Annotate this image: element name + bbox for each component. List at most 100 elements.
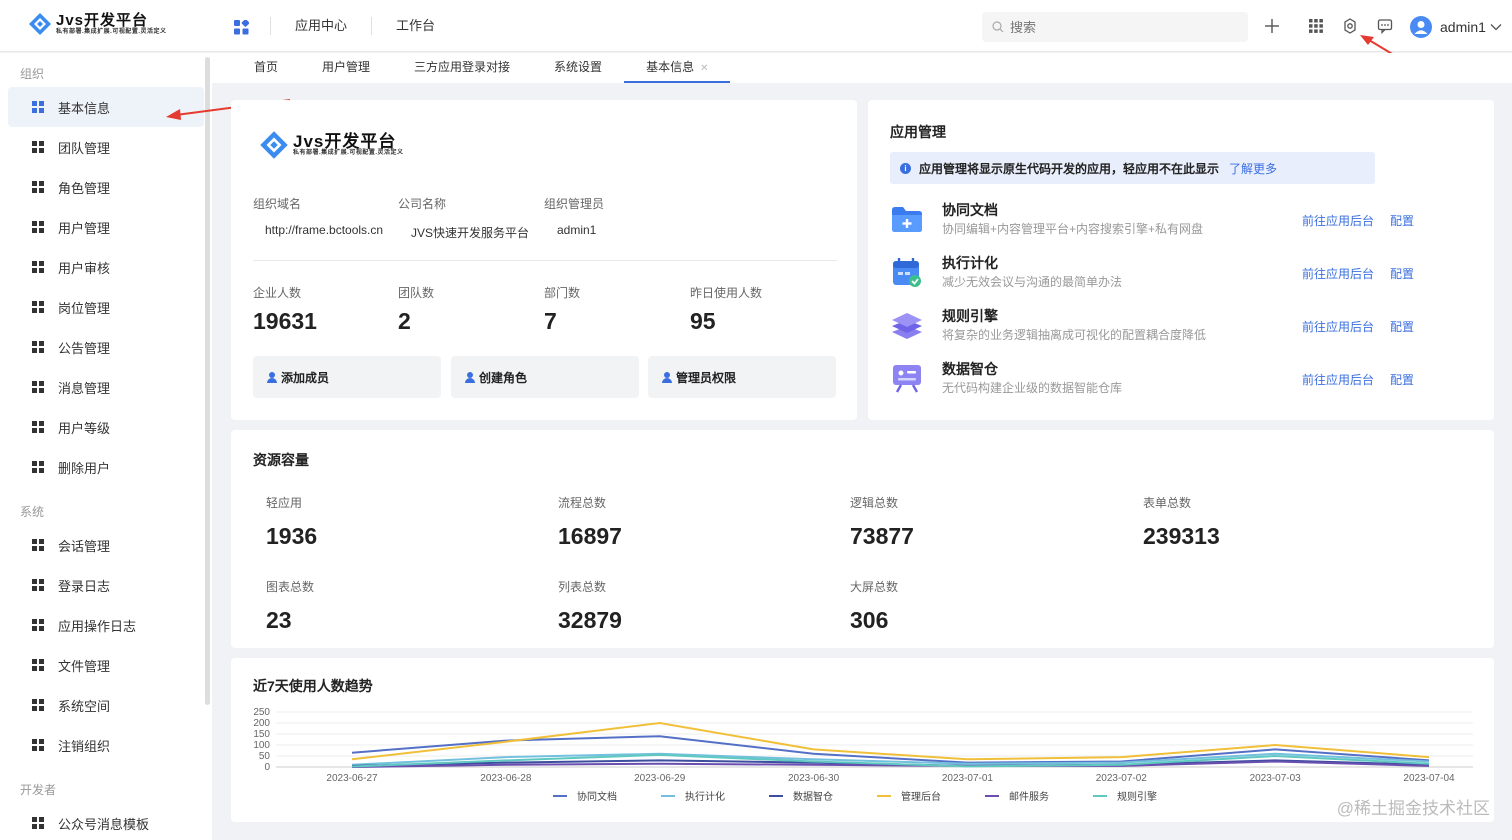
tab-third-party-login[interactable]: 三方应用登录对接 (392, 53, 532, 83)
goto-backend-link[interactable]: 前往应用后台 (1302, 371, 1374, 388)
sidebar-group-system: 系统 (20, 505, 45, 519)
legend-label: 管理后台 (901, 790, 941, 803)
stat-value-yesterday-users: 95 (690, 308, 716, 334)
stat-label-employees: 企业人数 (253, 286, 302, 300)
tab-system-settings[interactable]: 系统设置 (532, 53, 624, 83)
sidebar-item-wechat-template[interactable]: 公众号消息模板 (0, 803, 212, 840)
app-name: 规则引擎 (942, 308, 998, 324)
learn-more-link[interactable]: 了解更多 (1229, 160, 1277, 177)
org-logo: Jvs开发平台 私有部署.集成扩展.可视配置.灵活定义 (259, 130, 404, 160)
admin-permission-button[interactable]: 管理员权限 (648, 356, 836, 398)
org-info-card: Jvs开发平台 私有部署.集成扩展.可视配置.灵活定义 组织域名 http://… (231, 100, 857, 420)
trend-line-chart: 050100150200250 2023-06-27 2023-06-28 2023-… (253, 707, 1473, 803)
sidebar-item-messages[interactable]: 消息管理 (0, 367, 212, 407)
grid-icon (32, 301, 44, 313)
app-notice: i 应用管理将显示原生代码开发的应用，轻应用不在此显示 了解更多 (890, 152, 1375, 184)
admin-label: 组织管理员 (544, 197, 605, 211)
sidebar-item-users[interactable]: 用户管理 (0, 207, 212, 247)
grid-icon (32, 181, 44, 193)
user-icon (662, 371, 672, 383)
nav-app-center[interactable]: 应用中心 (270, 17, 371, 35)
app-name: 数据智仓 (942, 361, 998, 377)
grid-icon (32, 461, 44, 473)
search-box[interactable] (982, 12, 1248, 42)
config-link[interactable]: 配置 (1390, 371, 1414, 388)
create-role-button[interactable]: 创建角色 (451, 356, 639, 398)
app-management-card: 应用管理 i 应用管理将显示原生代码开发的应用，轻应用不在此显示 了解更多 协同… (868, 100, 1494, 420)
sidebar-item-system-space[interactable]: 系统空间 (0, 685, 212, 725)
add-icon[interactable] (1262, 16, 1282, 36)
goto-backend-link[interactable]: 前往应用后台 (1302, 212, 1374, 229)
sidebar-group-dev: 开发者 (20, 783, 57, 797)
sidebar-item-posts[interactable]: 岗位管理 (0, 287, 212, 327)
domain-value: http://frame.bctools.cn (265, 223, 384, 237)
sidebar-item-role[interactable]: 角色管理 (0, 167, 212, 207)
apps-grid-icon[interactable] (234, 20, 249, 35)
top-nav: 应用中心 工作台 (270, 0, 459, 52)
sidebar-item-sessions[interactable]: 会话管理 (0, 525, 212, 565)
sidebar-item-deleted-users[interactable]: 删除用户 (0, 447, 212, 487)
trend-card: 近7天使用人数趋势 0 50 100 150 200 250 2023-06-27 2023-… (231, 658, 1494, 822)
search-input[interactable] (1010, 19, 1230, 35)
grid-icon (32, 539, 44, 551)
sidebar-group-org: 组织 (20, 67, 45, 81)
res-value: 306 (850, 607, 889, 633)
info-icon: i (900, 162, 911, 174)
app-logo[interactable]: Jvs开发平台 私有部署.集成扩展.可视配置.灵活定义 (28, 12, 167, 36)
data-board-icon (893, 365, 921, 393)
layers-icon (892, 313, 922, 339)
tab-user-management[interactable]: 用户管理 (300, 53, 392, 83)
domain-label: 组织域名 (253, 197, 302, 211)
logo-subtitle: 私有部署.集成扩展.可视配置.灵活定义 (56, 28, 167, 35)
x-tick-label: 2023-06-27 (326, 773, 378, 784)
search-icon (992, 21, 1004, 33)
res-label: 列表总数 (558, 580, 607, 594)
config-link[interactable]: 配置 (1390, 265, 1414, 282)
config-link[interactable]: 配置 (1390, 212, 1414, 229)
sidebar-item-login-log[interactable]: 登录日志 (0, 565, 212, 605)
grid-icon (32, 421, 44, 433)
sidebar-item-user-audit[interactable]: 用户审核 (0, 247, 212, 287)
sidebar-item-team[interactable]: 团队管理 (0, 127, 212, 167)
x-tick-label: 2023-06-30 (788, 773, 840, 784)
sidebar-item-cancel-org[interactable]: 注销组织 (0, 725, 212, 765)
close-icon[interactable]: ✕ (700, 63, 708, 74)
x-tick-label: 2023-07-02 (1096, 773, 1148, 784)
goto-backend-link[interactable]: 前往应用后台 (1302, 318, 1374, 335)
grid-icon (32, 579, 44, 591)
app-row-data-warehouse: 数据智仓 无代码构建企业级的数据智能仓库 前往应用后台 配置 (890, 359, 1430, 399)
app-row-plan: 执行计化 减少无效会议与沟通的最简单办法 前往应用后台 配置 (890, 253, 1430, 293)
res-value: 23 (266, 607, 292, 633)
tab-home[interactable]: 首页 (232, 53, 300, 83)
sidebar-item-app-op-log[interactable]: 应用操作日志 (0, 605, 212, 645)
resource-title: 资源容量 (253, 452, 309, 468)
resource-card: 资源容量 轻应用 1936 流程总数 16897 逻辑总数 73877 表单总数… (231, 430, 1494, 648)
res-label: 轻应用 (266, 496, 303, 510)
nav-workbench[interactable]: 工作台 (371, 17, 459, 35)
folder-plus-icon (892, 207, 922, 232)
goto-backend-link[interactable]: 前往应用后台 (1302, 265, 1374, 282)
chevron-down-icon (1490, 24, 1502, 31)
logo-icon (29, 13, 51, 35)
sidebar-scrollbar[interactable] (205, 57, 210, 705)
divider (253, 260, 837, 261)
calendar-check-icon (893, 258, 921, 287)
grid-menu-icon[interactable] (1306, 16, 1326, 36)
legend-label: 规则引擎 (1117, 790, 1157, 803)
res-value: 1936 (266, 523, 318, 549)
tab-basic-info[interactable]: 基本信息 ✕ (624, 53, 731, 83)
app-desc: 协同编辑+内容管理平台+内容搜索引擎+私有网盘 (942, 222, 1204, 236)
x-tick-label: 2023-06-28 (480, 773, 532, 784)
stat-label-teams: 团队数 (398, 286, 435, 300)
user-icon (465, 371, 475, 383)
sidebar-item-files[interactable]: 文件管理 (0, 645, 212, 685)
res-value: 16897 (558, 523, 622, 549)
app-row-collab-docs: 协同文档 协同编辑+内容管理平台+内容搜索引擎+私有网盘 前往应用后台 配置 (890, 200, 1430, 240)
sidebar-item-notices[interactable]: 公告管理 (0, 327, 212, 367)
sidebar-item-user-level[interactable]: 用户等级 (0, 407, 212, 447)
res-value: 239313 (1143, 523, 1220, 549)
config-link[interactable]: 配置 (1390, 318, 1414, 335)
add-member-button[interactable]: 添加成员 (253, 356, 441, 398)
stat-label-yesterday-users: 昨日使用人数 (690, 286, 763, 300)
y-tick-label: 0 (264, 762, 270, 773)
